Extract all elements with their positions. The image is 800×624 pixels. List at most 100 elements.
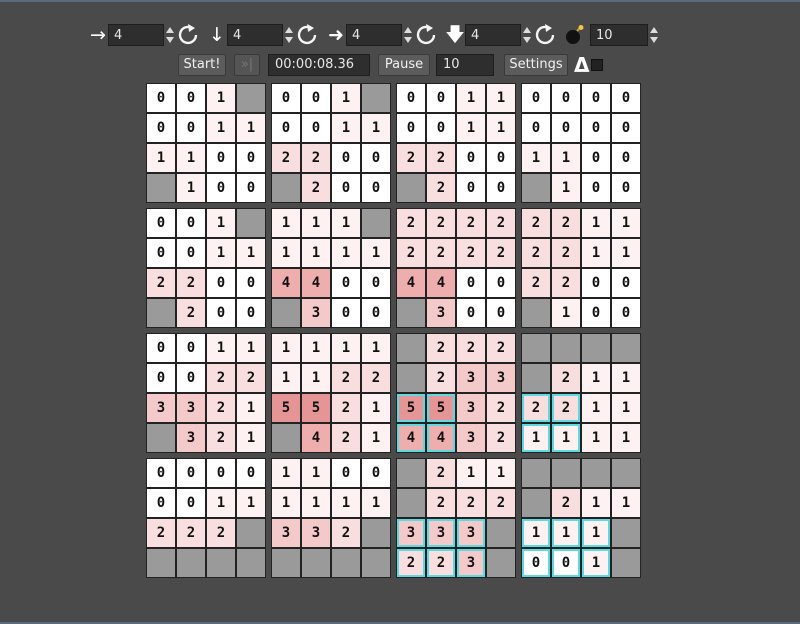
- revealed-cell[interactable]: 0: [147, 84, 175, 112]
- revealed-cell[interactable]: 2: [457, 489, 485, 517]
- revealed-cell[interactable]: 1: [177, 174, 205, 202]
- revealed-cell[interactable]: 1: [457, 114, 485, 142]
- revealed-cell[interactable]: 0: [332, 174, 360, 202]
- stepper-down-icon[interactable]: [285, 35, 293, 45]
- revealed-cell[interactable]: 1: [207, 209, 235, 237]
- revealed-cell[interactable]: 1: [207, 114, 235, 142]
- revealed-cell[interactable]: 2: [237, 364, 265, 392]
- revealed-cell[interactable]: 2: [487, 394, 515, 422]
- revealed-cell[interactable]: 3: [457, 394, 485, 422]
- revealed-cell[interactable]: 0: [147, 489, 175, 517]
- revealed-cell[interactable]: 1: [612, 239, 640, 267]
- revealed-cell[interactable]: 3: [272, 519, 300, 547]
- revealed-cell[interactable]: 1: [552, 144, 580, 172]
- revealed-cell[interactable]: 2: [457, 209, 485, 237]
- revealed-cell[interactable]: 1: [272, 209, 300, 237]
- revealed-cell[interactable]: 0: [177, 239, 205, 267]
- revealed-cell[interactable]: 2: [487, 489, 515, 517]
- revealed-cell[interactable]: 0: [147, 114, 175, 142]
- revealed-cell[interactable]: 0: [582, 114, 610, 142]
- revealed-cell[interactable]: 2: [487, 334, 515, 362]
- closed-cell[interactable]: [522, 299, 550, 327]
- revealed-cell[interactable]: 0: [612, 84, 640, 112]
- revealed-cell[interactable]: 1: [582, 364, 610, 392]
- revealed-cell[interactable]: 1: [552, 519, 580, 547]
- revealed-cell[interactable]: 1: [272, 459, 300, 487]
- mines-stepper[interactable]: [650, 25, 658, 45]
- revealed-cell[interactable]: 0: [487, 174, 515, 202]
- revealed-cell[interactable]: 0: [457, 269, 485, 297]
- revealed-cell[interactable]: 1: [362, 424, 390, 452]
- closed-cell[interactable]: [552, 334, 580, 362]
- revealed-cell[interactable]: 1: [237, 394, 265, 422]
- revealed-cell[interactable]: 1: [272, 489, 300, 517]
- revealed-cell[interactable]: 4: [272, 269, 300, 297]
- reset-icon[interactable]: [294, 22, 320, 48]
- dimension-3-stepper[interactable]: [404, 25, 412, 45]
- revealed-cell[interactable]: 0: [207, 459, 235, 487]
- settings-button[interactable]: Settings: [504, 54, 568, 76]
- revealed-cell[interactable]: 0: [582, 174, 610, 202]
- revealed-cell[interactable]: 2: [552, 489, 580, 517]
- revealed-cell[interactable]: 1: [332, 209, 360, 237]
- revealed-cell[interactable]: 0: [457, 144, 485, 172]
- revealed-cell[interactable]: 1: [582, 394, 610, 422]
- closed-cell[interactable]: [362, 549, 390, 577]
- revealed-cell[interactable]: 1: [552, 424, 580, 452]
- revealed-cell[interactable]: 2: [207, 394, 235, 422]
- revealed-cell[interactable]: 1: [272, 334, 300, 362]
- revealed-cell[interactable]: 0: [362, 269, 390, 297]
- revealed-cell[interactable]: 2: [332, 364, 360, 392]
- revealed-cell[interactable]: 0: [147, 364, 175, 392]
- revealed-cell[interactable]: 1: [207, 239, 235, 267]
- closed-cell[interactable]: [397, 459, 425, 487]
- revealed-cell[interactable]: 0: [272, 84, 300, 112]
- closed-cell[interactable]: [177, 549, 205, 577]
- revealed-cell[interactable]: 0: [237, 174, 265, 202]
- revealed-cell[interactable]: 0: [397, 114, 425, 142]
- revealed-cell[interactable]: 0: [612, 174, 640, 202]
- revealed-cell[interactable]: 2: [427, 144, 455, 172]
- closed-cell[interactable]: [362, 519, 390, 547]
- revealed-cell[interactable]: 1: [582, 424, 610, 452]
- revealed-cell[interactable]: 0: [207, 144, 235, 172]
- revealed-cell[interactable]: 5: [302, 394, 330, 422]
- revealed-cell[interactable]: 0: [612, 114, 640, 142]
- revealed-cell[interactable]: 1: [332, 239, 360, 267]
- closed-cell[interactable]: [522, 174, 550, 202]
- closed-cell[interactable]: [522, 459, 550, 487]
- revealed-cell[interactable]: 0: [237, 144, 265, 172]
- revealed-cell[interactable]: 1: [582, 239, 610, 267]
- revealed-cell[interactable]: 0: [582, 269, 610, 297]
- revealed-cell[interactable]: 0: [207, 299, 235, 327]
- revealed-cell[interactable]: 2: [427, 174, 455, 202]
- revealed-cell[interactable]: 1: [177, 144, 205, 172]
- revealed-cell[interactable]: 1: [207, 334, 235, 362]
- revealed-cell[interactable]: 2: [177, 299, 205, 327]
- stepper-up-icon[interactable]: [404, 25, 412, 35]
- revealed-cell[interactable]: 2: [487, 209, 515, 237]
- revealed-cell[interactable]: 2: [207, 364, 235, 392]
- revealed-cell[interactable]: 2: [332, 424, 360, 452]
- revealed-cell[interactable]: 1: [522, 424, 550, 452]
- revealed-cell[interactable]: 0: [177, 489, 205, 517]
- revealed-cell[interactable]: 0: [332, 299, 360, 327]
- closed-cell[interactable]: [362, 209, 390, 237]
- revealed-cell[interactable]: 1: [237, 424, 265, 452]
- closed-cell[interactable]: [612, 549, 640, 577]
- stepper-up-icon[interactable]: [166, 25, 174, 35]
- revealed-cell[interactable]: 1: [362, 489, 390, 517]
- revealed-cell[interactable]: 1: [582, 519, 610, 547]
- closed-cell[interactable]: [302, 549, 330, 577]
- closed-cell[interactable]: [552, 459, 580, 487]
- revealed-cell[interactable]: 0: [487, 269, 515, 297]
- revealed-cell[interactable]: 4: [397, 424, 425, 452]
- revealed-cell[interactable]: 2: [522, 394, 550, 422]
- stepper-down-icon[interactable]: [523, 35, 531, 45]
- revealed-cell[interactable]: 3: [457, 424, 485, 452]
- revealed-cell[interactable]: 1: [302, 364, 330, 392]
- revealed-cell[interactable]: 0: [332, 459, 360, 487]
- revealed-cell[interactable]: 0: [427, 84, 455, 112]
- revealed-cell[interactable]: 1: [147, 144, 175, 172]
- closed-cell[interactable]: [612, 459, 640, 487]
